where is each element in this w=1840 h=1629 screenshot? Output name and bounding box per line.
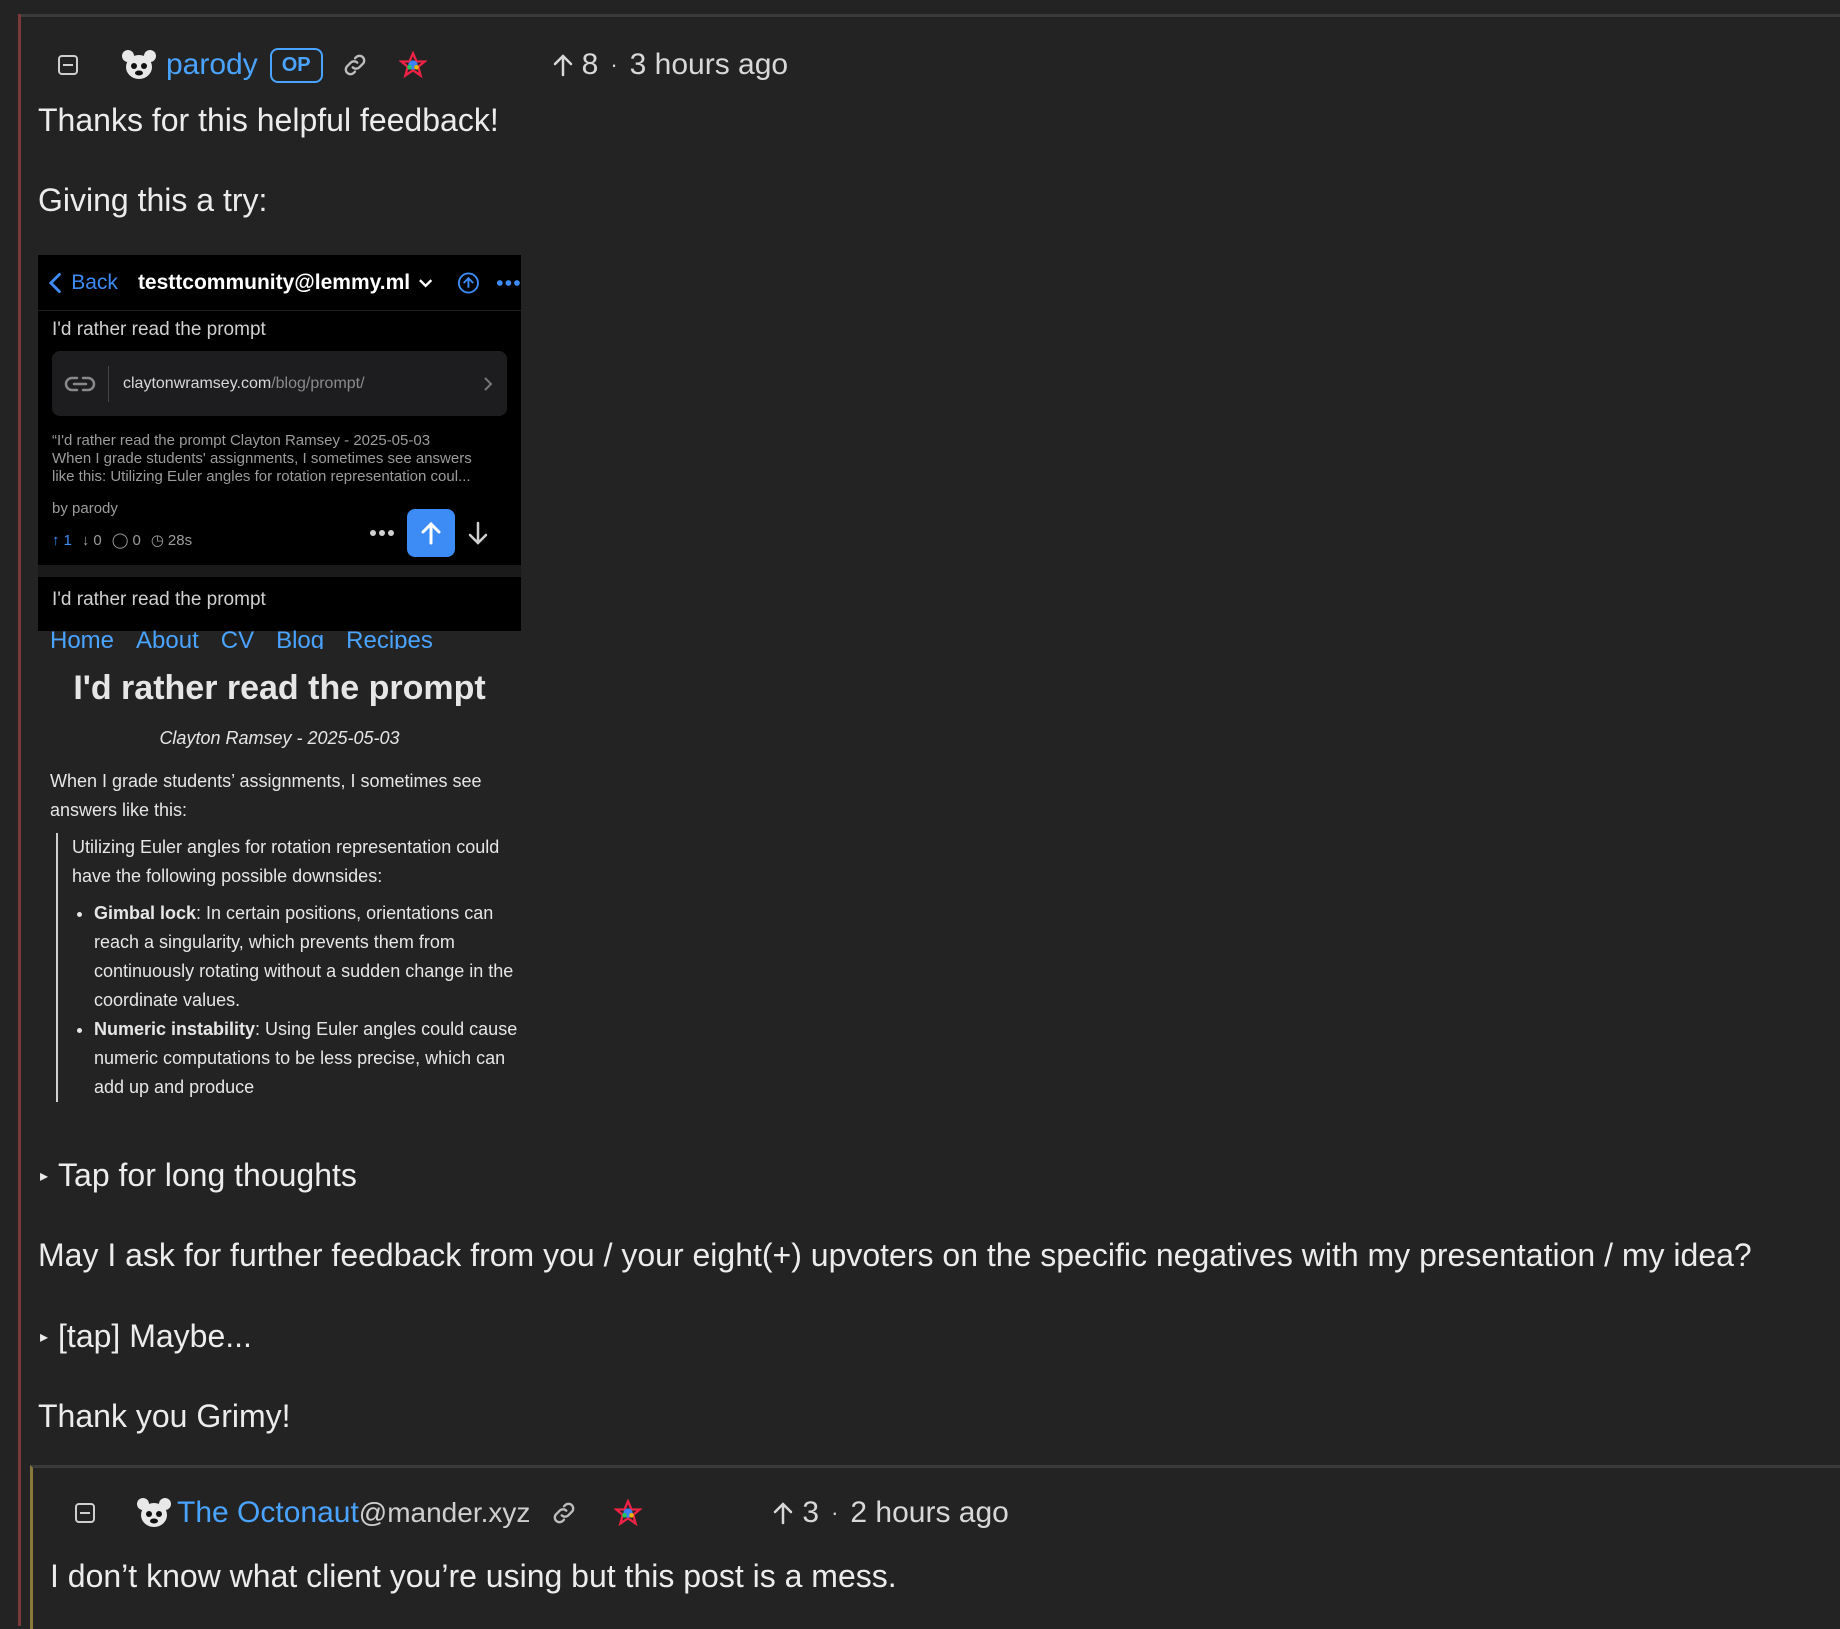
user-instance: @mander.xyz — [358, 1497, 531, 1528]
details-toggle-long-thoughts[interactable]: ▸ Tap for long thoughts — [40, 1157, 357, 1194]
embed-comment-icon: ◯ — [111, 532, 129, 549]
username-link[interactable]: parody — [166, 48, 258, 82]
list-item-bold: Gimbal lock — [94, 903, 197, 923]
disclosure-triangle-icon: ▸ — [40, 1328, 49, 1346]
arrow-up-icon — [421, 521, 441, 545]
comment-paragraph: Giving this a try: — [38, 182, 268, 218]
article-byline: Clayton Ramsey - 2025-05-03 — [159, 728, 400, 748]
embed-upvote-button — [407, 509, 455, 557]
score: 8 — [581, 48, 599, 81]
embed-age: 28s — [167, 531, 193, 549]
embed-header: Back testtcommunity@lemmy.ml — [38, 255, 521, 310]
embed-actions: ↑ 1 ↓ 0 ◯ 0 ◷ 28s — [52, 509, 507, 557]
chevron-down-icon — [419, 278, 433, 288]
embed-clock-icon: ◷ — [150, 532, 164, 549]
article-title: I'd rather read the prompt — [73, 669, 486, 707]
chevron-left-icon — [48, 272, 61, 293]
embed-link-card: claytonwramsey.com/blog/prompt/ — [52, 351, 507, 416]
comment-paragraph: Thank you Grimy! — [38, 1398, 291, 1434]
username-link[interactable]: The Octonaut — [177, 1496, 359, 1530]
article-blockquote: Utilizing Euler angles for rotation repr… — [56, 833, 521, 1102]
article-intro: When I grade students’ assignments, I so… — [50, 771, 482, 820]
comment-parody: parody OP 8 · 3 hours ago — [38, 40, 788, 90]
embed-link-domain: claytonwramsey.com — [123, 374, 272, 392]
op-badge: OP — [269, 47, 323, 83]
nav-link: Home — [50, 627, 115, 649]
nav-link: Blog — [276, 627, 325, 649]
list-item: Numeric instability: Using Euler angles … — [94, 1015, 521, 1102]
excerpt-line: When I grade students' assignments, I so… — [52, 450, 472, 467]
thread-top-border — [18, 14, 1840, 17]
embed-excerpt: “I'd rather read the prompt Clayton Rams… — [52, 432, 507, 486]
embedded-article: Home About CV Blog Recipes I'd rather read t… — [38, 627, 521, 1102]
more-icon — [497, 279, 521, 286]
timestamp: 3 hours ago — [629, 48, 789, 81]
link-icon[interactable] — [341, 51, 369, 79]
nav-link: Recipes — [346, 627, 433, 649]
quote-list: Gimbal lock: In certain positions, orien… — [72, 899, 521, 1102]
timestamp: 2 hours ago — [850, 1496, 1009, 1529]
embed-next-title: I'd rather read the prompt — [52, 589, 266, 610]
comment-paragraph: Thanks for this helpful feedback! — [38, 102, 499, 138]
embed-community: testtcommunity@lemmy.ml — [137, 270, 411, 294]
disclosure-triangle-icon: ▸ — [40, 1167, 49, 1185]
score: 3 — [802, 1496, 820, 1529]
details-summary: Tap for long thoughts — [58, 1157, 357, 1193]
list-item: Gimbal lock: In certain positions, orien… — [94, 899, 521, 1015]
embedded-screenshot: Back testtcommunity@lemmy.ml I'd rather … — [38, 255, 521, 631]
embed-comment-count: 0 — [132, 531, 141, 549]
embed-down-count: 0 — [93, 531, 102, 549]
embed-back-link: Back — [71, 270, 118, 294]
link-icon — [64, 376, 96, 391]
comment-meta: parody OP 8 · 3 hours ago — [38, 40, 788, 90]
article-nav: Home About CV Blog Recipes — [50, 627, 521, 649]
quote-intro: Utilizing Euler angles for rotation repr… — [72, 837, 500, 886]
embed-upvote-icon: ↑ — [52, 531, 60, 549]
upvote-circle-icon — [458, 272, 480, 293]
collapse-icon[interactable] — [58, 55, 78, 75]
excerpt-line: like this: Utilizing Euler angles for ro… — [52, 468, 471, 485]
thread-depth-rule — [18, 14, 21, 1626]
nav-link: About — [136, 627, 199, 649]
upvote-arrow-icon[interactable] — [552, 53, 574, 77]
avatar[interactable] — [120, 48, 158, 82]
collapse-icon[interactable] — [75, 1503, 95, 1523]
meta-separator: · — [831, 1500, 839, 1525]
upvote-arrow-icon[interactable] — [772, 1501, 794, 1525]
arrow-down-icon — [468, 521, 488, 545]
embed-more-icon — [370, 530, 394, 536]
embed-downvote-icon: ↓ — [81, 531, 90, 549]
details-summary: [tap] Maybe... — [58, 1318, 252, 1354]
meta-separator: · — [610, 52, 618, 77]
embed-link-path: /blog/prompt/ — [271, 374, 365, 392]
details-toggle-maybe[interactable]: ▸ [tap] Maybe... — [40, 1318, 252, 1355]
excerpt-line: “I'd rather read the prompt Clayton Rams… — [52, 432, 431, 449]
link-icon[interactable] — [550, 1499, 578, 1527]
flair-icon — [398, 51, 427, 79]
comment-meta: The Octonaut @mander.xyz 3 · 2 hours ago — [33, 1488, 1009, 1538]
comment-paragraph: May I ask for further feedback from you … — [38, 1237, 1752, 1273]
flair-icon — [614, 1499, 643, 1527]
avatar[interactable] — [135, 1496, 173, 1530]
comment-body: I don’t know what client you’re using bu… — [50, 1558, 897, 1594]
chevron-right-icon — [484, 376, 493, 391]
comment-octonaut: The Octonaut @mander.xyz 3 · 2 hours ago… — [30, 1465, 1840, 1629]
embed-up-count: 1 — [63, 531, 72, 549]
nav-link: CV — [220, 627, 255, 649]
embed-post-title: I'd rather read the prompt — [52, 319, 266, 340]
list-item-bold: Numeric instability — [94, 1019, 256, 1039]
